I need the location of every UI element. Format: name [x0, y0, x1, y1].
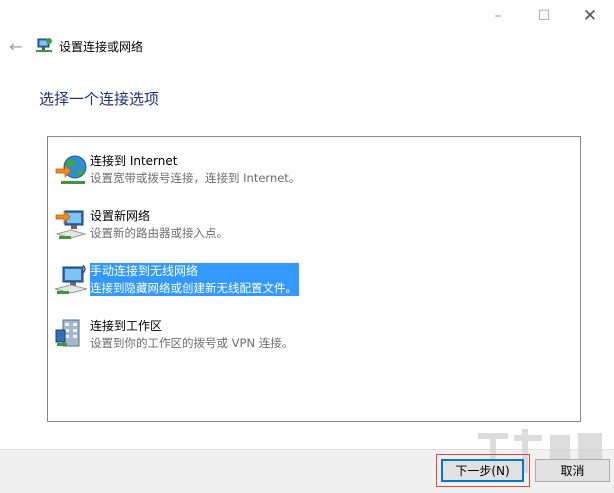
minimize-button[interactable]: – — [475, 4, 521, 28]
close-icon: ✕ — [582, 6, 598, 26]
internet-globe-icon — [55, 155, 87, 184]
page-heading: 选择一个连接选项 — [39, 90, 160, 108]
maximize-icon: ☐ — [537, 8, 551, 24]
minimize-icon: – — [494, 8, 502, 24]
option-connect-internet[interactable]: 连接到 Internet 设置宽带或拨号连接，连接到 Internet。 — [53, 151, 313, 189]
option-description: 设置新的路由器或接入点。 — [90, 226, 228, 240]
network-wizard-icon — [36, 38, 52, 52]
option-title: 连接到工作区 — [90, 319, 163, 333]
maximize-button[interactable]: ☐ — [521, 4, 567, 28]
option-setup-network[interactable]: 设置新网络 设置新的路由器或接入点。 — [53, 206, 313, 244]
window-title: 设置连接或网络 — [59, 40, 144, 54]
option-description: 设置宽带或拨号连接，连接到 Internet。 — [90, 171, 301, 185]
back-button[interactable]: ← — [6, 36, 26, 56]
option-title: 连接到 Internet — [90, 154, 178, 168]
option-title: 设置新网络 — [90, 209, 151, 223]
title-bar: – ☐ ✕ — [0, 0, 614, 32]
back-arrow-icon: ← — [9, 36, 23, 56]
workplace-icon — [55, 319, 80, 347]
option-description: 设置到你的工作区的拨号或 VPN 连接。 — [90, 336, 294, 350]
cancel-button[interactable]: 取消 — [535, 459, 610, 482]
option-title: 手动连接到无线网络 — [90, 264, 199, 278]
option-manual-wireless[interactable]: 手动连接到无线网络 连接到隐藏网络或创建新无线配置文件。 — [53, 261, 313, 299]
option-connect-workplace[interactable]: 连接到工作区 设置到你的工作区的拨号或 VPN 连接。 — [53, 316, 313, 354]
wireless-network-icon — [54, 264, 88, 294]
connection-options-list[interactable]: 连接到 Internet 设置宽带或拨号连接，连接到 Internet。 设置新… — [47, 136, 581, 422]
close-button[interactable]: ✕ — [567, 4, 613, 28]
option-description: 连接到隐藏网络或创建新无线配置文件。 — [90, 281, 297, 295]
highlight-box — [436, 454, 530, 487]
network-setup-icon — [55, 210, 87, 239]
